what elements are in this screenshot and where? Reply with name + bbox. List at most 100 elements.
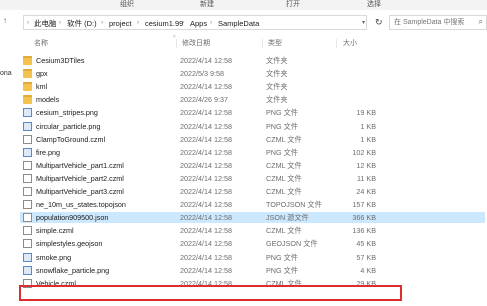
file-size: 366 KB (352, 213, 376, 223)
file-name: ne_10m_us_states.topojson (36, 200, 126, 210)
column-divider[interactable] (176, 39, 177, 48)
folder-row[interactable]: gpx 2022/5/3 9:58 文件夹 (20, 68, 485, 79)
file-modified-date: 2022/4/14 12:58 (180, 213, 232, 223)
file-modified-date: 2022/5/3 9:58 (180, 69, 224, 79)
breadcrumb-drive[interactable]: 软件 (D:) (67, 19, 97, 28)
nav-pane-item[interactable]: ona (0, 70, 12, 77)
chevron-down-icon[interactable]: ▾ (362, 19, 365, 26)
file-name: kml (36, 82, 48, 92)
file-modified-date: 2022/4/14 12:58 (180, 226, 232, 236)
file-name: simple.czml (36, 226, 74, 236)
file-name: smoke.png (36, 252, 72, 262)
folder-row[interactable]: models 2022/4/26 9:37 文件夹 (20, 94, 485, 105)
file-type: PNG 文件 (266, 108, 298, 118)
file-type: 文件夹 (266, 69, 288, 79)
search-box[interactable]: ⌕ (389, 15, 487, 30)
ribbon-select[interactable]: 选择 (367, 0, 381, 10)
file-type: CZML 文件 (266, 187, 302, 196)
file-size: 157 KB (352, 200, 376, 210)
breadcrumb-sampledata[interactable]: SampleData (218, 19, 259, 28)
file-row[interactable]: snowflake_particle.png 2022/4/14 12:58 PNG… (20, 265, 485, 276)
file-size: 4 KB (360, 265, 376, 275)
search-icon[interactable]: ⌕ (479, 17, 483, 27)
file-name: MultipartVehicle_part1.czml (36, 160, 124, 170)
file-type: PNG 文件 (266, 252, 298, 262)
refresh-icon[interactable]: ↻ (375, 17, 383, 27)
file-type: CZML 文件 (266, 134, 302, 144)
file-name: gpx (36, 69, 48, 79)
file-name: fire.png (36, 147, 60, 157)
file-list: ˄ 名称 修改日期 类型 大小 Cesium3DTiles 2022/4/14 1… (20, 34, 487, 306)
chevron-right-icon: › (27, 20, 29, 26)
file-row[interactable]: simple.czml 2022/4/14 12:58 CZML 文件 136 KB (20, 225, 485, 236)
arrow-up-icon[interactable]: ↑ (3, 16, 7, 26)
column-divider[interactable] (262, 39, 263, 48)
ribbon-organize[interactable]: 组织 (120, 0, 134, 10)
file-name: MultipartVehicle_part3.czml (36, 187, 124, 196)
folder-row[interactable]: Cesium3DTiles 2022/4/14 12:58 文件夹 (20, 55, 485, 66)
file-modified-date: 2022/4/14 12:58 (180, 134, 232, 144)
file-row[interactable]: MultipartVehicle_part1.czml 2022/4/14 12:… (20, 160, 485, 171)
breadcrumb-cesium[interactable]: cesium1.99 (145, 19, 183, 28)
file-type: GEOJSON 文件 (266, 239, 318, 249)
file-type: JSON 源文件 (266, 213, 309, 223)
column-divider[interactable] (336, 39, 337, 48)
folder-row[interactable]: kml 2022/4/14 12:58 文件夹 (20, 81, 485, 92)
breadcrumb-apps[interactable]: Apps (190, 19, 207, 28)
document-file-icon (23, 200, 32, 210)
file-type: CZML 文件 (266, 226, 302, 236)
breadcrumb-project[interactable]: project (109, 19, 132, 28)
file-name: population909500.json (36, 213, 109, 223)
file-type: PNG 文件 (266, 121, 298, 131)
file-row[interactable]: cesium_stripes.png 2022/4/14 12:58 PNG 文件 1… (20, 107, 485, 118)
file-row[interactable]: MultipartVehicle_part2.czml 2022/4/14 12:… (20, 173, 485, 184)
file-modified-date: 2022/4/14 12:58 (180, 121, 232, 131)
chevron-right-icon: › (137, 20, 139, 26)
file-type: 文件夹 (266, 95, 288, 105)
file-size: 19 KB (356, 108, 376, 118)
ribbon-new[interactable]: 新建 (200, 0, 214, 10)
file-modified-date: 2022/4/14 12:58 (180, 147, 232, 157)
image-file-icon (23, 147, 32, 157)
column-header-date[interactable]: 修改日期 (182, 38, 210, 48)
file-name: circular_particle.png (36, 121, 101, 131)
file-row[interactable]: circular_particle.png 2022/4/14 12:58 PNG … (20, 121, 485, 132)
file-modified-date: 2022/4/14 12:58 (180, 200, 232, 210)
address-bar[interactable]: › 此电脑 › 软件 (D:) › project › cesium1.99 ›… (23, 15, 367, 30)
image-file-icon (23, 108, 32, 118)
folder-icon (23, 82, 32, 92)
file-modified-date: 2022/4/14 12:58 (180, 265, 232, 275)
file-row[interactable]: smoke.png 2022/4/14 12:58 PNG 文件 57 KB (20, 252, 485, 263)
file-row[interactable]: MultipartVehicle_part3.czml 2022/4/14 12:… (20, 186, 485, 197)
column-header-size[interactable]: 大小 (343, 38, 357, 48)
column-header-name[interactable]: 名称 (34, 38, 48, 48)
file-modified-date: 2022/4/14 12:58 (180, 56, 232, 65)
file-name: cesium_stripes.png (36, 108, 98, 118)
image-file-icon (23, 265, 32, 275)
breadcrumb-this-pc[interactable]: 此电脑 (34, 19, 57, 28)
file-modified-date: 2022/4/14 12:58 (180, 187, 232, 196)
file-type: CZML 文件 (266, 160, 302, 170)
file-name: Cesium3DTiles (36, 56, 85, 65)
annotation-highlight-box (19, 285, 402, 301)
file-row[interactable]: ne_10m_us_states.topojson 2022/4/14 12:58… (20, 199, 485, 210)
file-modified-date: 2022/4/14 12:58 (180, 239, 232, 249)
file-name: ClampToGround.czml (36, 134, 106, 144)
ribbon-open[interactable]: 打开 (286, 0, 300, 10)
file-row[interactable]: population909500.json 2022/4/14 12:58 JSON… (20, 212, 485, 224)
folder-icon (23, 56, 32, 65)
file-type: CZML 文件 (266, 173, 302, 183)
file-name: models (36, 95, 60, 105)
document-file-icon (23, 173, 32, 183)
file-row[interactable]: simplestyles.geojson 2022/4/14 12:58 GEOJS… (20, 238, 485, 249)
column-header-type[interactable]: 类型 (268, 38, 282, 48)
search-input[interactable] (394, 16, 474, 29)
file-name: MultipartVehicle_part2.czml (36, 173, 124, 183)
address-row: ↑ › 此电脑 › 软件 (D:) › project › cesium1.99… (0, 10, 487, 34)
file-modified-date: 2022/4/14 12:58 (180, 173, 232, 183)
file-type: TOPOJSON 文件 (266, 200, 322, 210)
file-row[interactable]: ClampToGround.czml 2022/4/14 12:58 CZML 文件… (20, 134, 485, 145)
document-file-icon (23, 187, 32, 196)
file-row[interactable]: fire.png 2022/4/14 12:58 PNG 文件 102 KB (20, 147, 485, 158)
navigation-pane: ona (0, 34, 18, 306)
